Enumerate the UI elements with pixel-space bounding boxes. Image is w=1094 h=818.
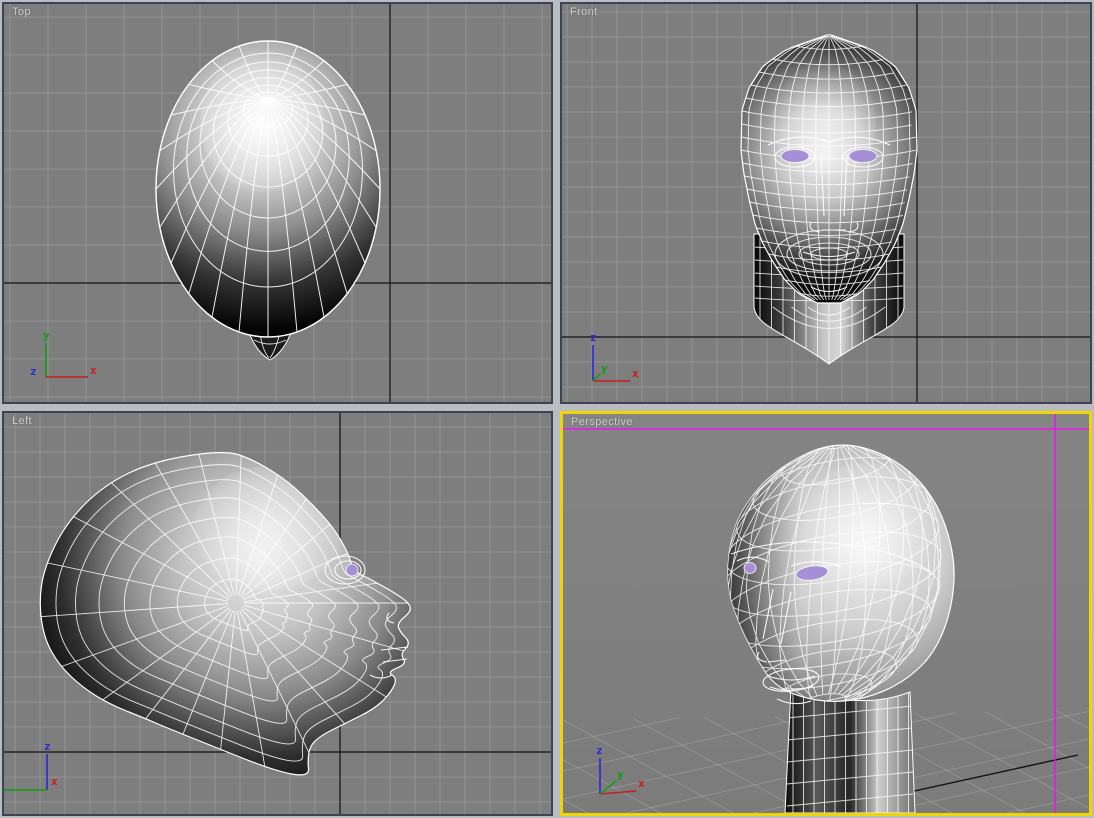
viewport-canvas-perspective[interactable]: z y x [563,414,1089,813]
viewport-canvas-front[interactable]: z y x [562,4,1090,402]
viewport-canvas-left[interactable]: zx [4,413,551,814]
viewport-label-front[interactable]: Front [570,6,598,18]
eye-left [780,149,810,163]
quad-viewport-layout: Top yzx Front zyx Left zx Perspective zy… [0,0,1094,818]
eye-left [743,562,757,574]
viewport-perspective[interactable]: Perspective z y x [560,411,1092,816]
axis-label-z: z [596,744,603,757]
axis-label-x: x [632,367,639,380]
viewport-label-top[interactable]: Top [12,6,31,18]
viewport-top[interactable]: Top y z x [2,2,553,404]
axis-label-z: z [44,740,51,753]
eye-profile [345,563,359,577]
axis-label-z: z [30,365,37,378]
viewport-canvas-top[interactable]: y z x [4,4,551,402]
viewport-left[interactable]: Left zx [2,411,553,816]
axis-label-x: x [51,775,58,788]
axis-label-z: z [590,331,597,344]
axis-label-x: x [90,364,97,377]
viewport-label-left[interactable]: Left [12,415,32,427]
axis-label-y: y [43,329,50,342]
axis-label-y: y [601,362,608,375]
viewport-front[interactable]: Front z y x [560,2,1092,404]
axis-label-x: x [638,777,645,790]
viewport-label-perspective[interactable]: Perspective [571,416,633,428]
head-model-front [740,34,918,365]
eye-right [848,149,878,163]
axis-label-y: y [617,768,624,781]
